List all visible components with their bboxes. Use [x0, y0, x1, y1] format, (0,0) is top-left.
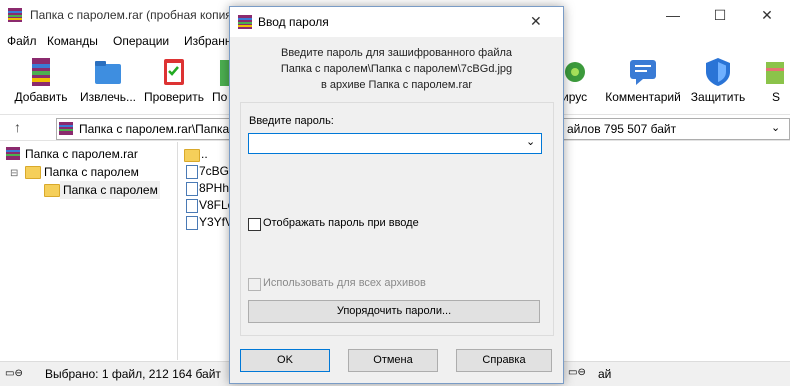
- help-button[interactable]: Справка: [456, 349, 552, 372]
- toolbar-add-label: Добавить: [14, 90, 68, 104]
- maximize-button[interactable]: ☐: [697, 0, 743, 30]
- image-file-icon: [186, 216, 198, 230]
- address-dropdown-icon[interactable]: ⌄: [771, 121, 780, 134]
- tree-collapse-icon[interactable]: ⊟: [10, 168, 18, 179]
- menu-commands[interactable]: Команды: [47, 34, 98, 48]
- folder-icon: [44, 184, 60, 197]
- toolbar-comment-label: Комментарий: [605, 90, 681, 104]
- winrar-icon: [238, 15, 252, 29]
- image-file-icon: [186, 182, 198, 196]
- dialog-close-button[interactable]: ✕: [530, 13, 542, 30]
- extract-folder-icon: [95, 61, 121, 84]
- toolbar-comment-button[interactable]: Комментарий: [603, 56, 683, 110]
- up-arrow-icon[interactable]: ↑: [14, 119, 21, 135]
- toolbar-extract-button[interactable]: Извлечь...: [76, 56, 140, 110]
- password-dropdown-icon[interactable]: ⌄: [526, 135, 535, 148]
- address-size-info: айлов 795 507 байт: [567, 122, 677, 136]
- password-dialog: Ввод пароля ✕ Введите пароль для зашифро…: [229, 6, 564, 384]
- folder-up-icon: [184, 149, 200, 162]
- dialog-message-line2: Папка с паролем\Папка с паролем\7cBGd.jp…: [280, 63, 513, 75]
- toolbar-protect-label: Защитить: [690, 90, 746, 104]
- drive-icon: ▭⊖: [5, 368, 23, 379]
- address-path: Папка с паролем.rar\Папка: [79, 122, 230, 136]
- password-input[interactable]: [248, 133, 542, 154]
- status-selected: Выбрано: 1 файл, 212 164 байт: [45, 367, 221, 381]
- toolbar-sfx-button[interactable]: S: [762, 56, 790, 110]
- window-title: Папка с паролем.rar (пробная копия): [30, 8, 236, 22]
- cancel-button[interactable]: Отмена: [348, 349, 438, 372]
- file-row-parent[interactable]: ..: [201, 147, 208, 161]
- use-for-all-label: Использовать для всех архивов: [263, 277, 426, 289]
- tree-grandchild[interactable]: Папка с паролем: [63, 183, 158, 197]
- minimize-button[interactable]: —: [650, 0, 696, 30]
- dialog-title: Ввод пароля: [258, 15, 329, 29]
- toolbar-test-button[interactable]: Проверить: [143, 56, 205, 110]
- close-button[interactable]: ✕: [744, 0, 790, 30]
- winrar-icon: [8, 8, 22, 22]
- toolbar-test-label: Проверить: [143, 90, 204, 104]
- file-row[interactable]: Y3YfV: [199, 215, 233, 229]
- toolbar-view-button[interactable]: По: [212, 56, 230, 110]
- comment-icon: [630, 60, 656, 85]
- status-right: ай: [598, 367, 612, 381]
- folder-icon: [25, 166, 41, 179]
- file-row[interactable]: 8PHh: [199, 181, 229, 195]
- password-label: Введите пароль:: [249, 115, 334, 127]
- toolbar-extract-label: Извлечь...: [79, 90, 136, 104]
- use-for-all-checkbox[interactable]: [248, 278, 261, 291]
- organize-passwords-button[interactable]: Упорядочить пароли...: [248, 300, 540, 323]
- toolbar-virus-button[interactable]: ирус: [562, 56, 596, 110]
- toolbar-sfx-label: S: [771, 90, 780, 104]
- dialog-message-line1: Введите пароль для зашифрованного файла: [280, 47, 513, 59]
- drive-icon-right: ▭⊖: [568, 367, 586, 378]
- dialog-message-line3: в архиве Папка с паролем.rar: [321, 79, 472, 91]
- image-file-icon: [186, 199, 198, 213]
- shield-icon: [706, 58, 730, 86]
- virus-scan-icon: [565, 62, 585, 82]
- show-password-checkbox[interactable]: [248, 218, 261, 231]
- menu-operations[interactable]: Операции: [113, 34, 169, 48]
- toolbar-protect-button[interactable]: Защитить: [688, 56, 748, 110]
- show-password-label: Отображать пароль при вводе: [263, 217, 419, 229]
- archive-tree-icon: [6, 147, 20, 160]
- toolbar-view-label: По: [212, 90, 228, 104]
- tree-child[interactable]: Папка с паролем: [44, 165, 139, 179]
- add-archive-icon: [32, 58, 50, 86]
- menu-file[interactable]: Файл: [7, 34, 37, 48]
- archive-small-icon: [59, 122, 73, 135]
- tree-root[interactable]: Папка с паролем.rar: [25, 147, 138, 161]
- sfx-icon: [766, 62, 784, 84]
- toolbar-add-button[interactable]: Добавить: [12, 56, 70, 110]
- test-checklist-icon: [164, 59, 184, 85]
- image-file-icon: [186, 165, 198, 179]
- toolbar-virus-label: ирус: [562, 90, 588, 104]
- view-icon: [220, 60, 230, 86]
- ok-button[interactable]: OK: [240, 349, 330, 372]
